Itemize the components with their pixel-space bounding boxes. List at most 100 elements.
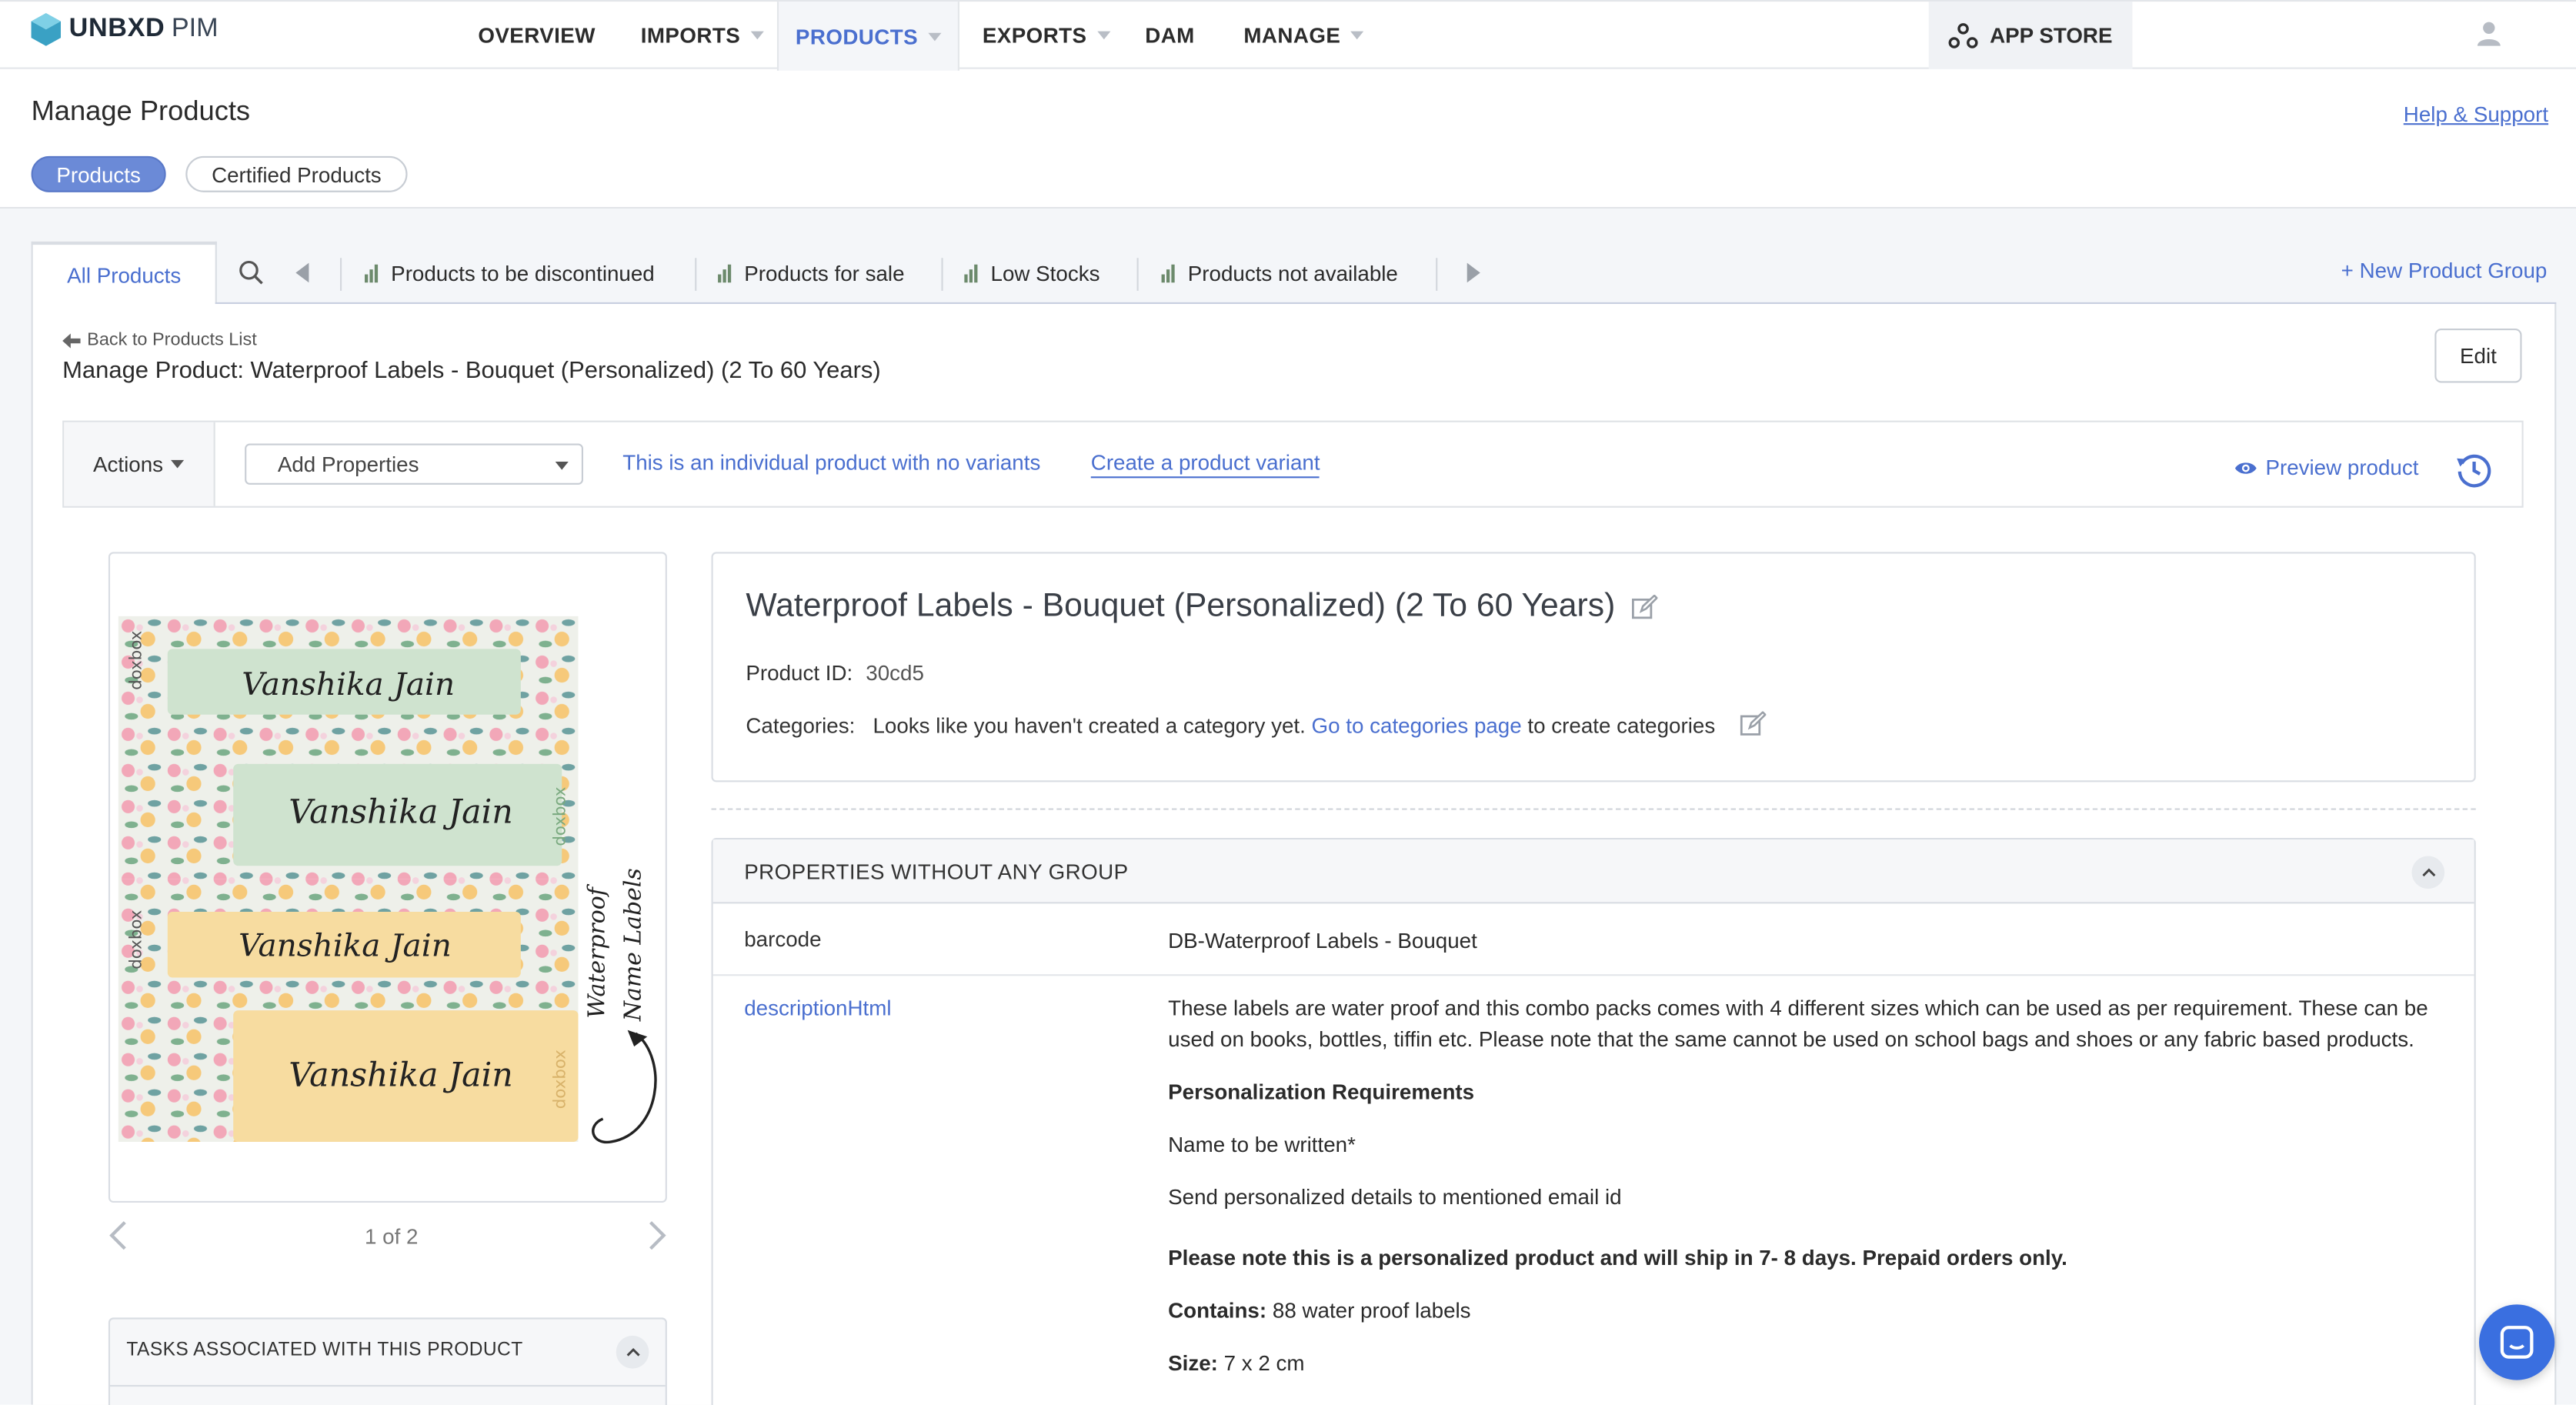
- label-name-1: Vanshika Jain: [242, 666, 455, 702]
- actions-bar: Actions Add Properties This is an indivi…: [62, 420, 2524, 508]
- page-title: Manage Products: [31, 95, 251, 127]
- property-value-description-p2: Name to be written*: [1168, 1132, 1356, 1157]
- nav-products[interactable]: PRODUCTS: [776, 2, 959, 71]
- user-icon: [2477, 22, 2501, 46]
- scroll-right-icon[interactable]: [1466, 262, 1482, 283]
- edit-button[interactable]: Edit: [2434, 329, 2522, 383]
- property-key-description-html[interactable]: descriptionHtml: [744, 996, 891, 1020]
- divider: [339, 258, 342, 291]
- pill-certified-products[interactable]: Certified Products: [185, 155, 408, 192]
- group-label: Products not available: [1187, 260, 1398, 285]
- chevron-down-icon: [749, 31, 764, 40]
- product-image-card: Vanshika Jain Vanshika Jain Vanshika Jai…: [108, 552, 667, 1203]
- categories-row: Categories: Looks like you haven't creat…: [746, 713, 1715, 738]
- group-low-stocks[interactable]: Low Stocks: [964, 242, 1099, 304]
- row-divider: [712, 974, 2474, 976]
- group-products-for-sale[interactable]: Products for sale: [718, 242, 905, 304]
- preview-product-link[interactable]: Preview product: [2234, 455, 2418, 479]
- product-info-card: Waterproof Labels - Bouquet (Personalize…: [711, 552, 2476, 783]
- actions-label: Actions: [93, 452, 164, 477]
- collapse-tasks-button[interactable]: [616, 1335, 649, 1369]
- image-side-art: Waterproof Name Labels: [584, 868, 657, 1144]
- app-root: UNBXD PIM OVERVIEW IMPORTS PRODUCTS EXPO…: [0, 0, 2576, 1405]
- size-label: Size:: [1168, 1350, 1218, 1376]
- bar-chart-icon: [964, 263, 978, 282]
- arrow-left-icon: [62, 332, 81, 348]
- new-product-group-link[interactable]: + New Product Group: [2341, 258, 2548, 282]
- tasks-panel: TASKS ASSOCIATED WITH THIS PRODUCT: [108, 1317, 667, 1405]
- divider: [1136, 258, 1139, 291]
- actions-dropdown[interactable]: Actions: [64, 422, 215, 506]
- brand-mark-1: doxbox: [127, 631, 146, 690]
- divider: [1436, 258, 1438, 291]
- history-icon[interactable]: [2454, 450, 2494, 489]
- eye-icon: [2234, 462, 2257, 473]
- label-name-2: Vanshika Jain: [289, 793, 512, 832]
- chevron-up-icon: [2421, 868, 2435, 877]
- properties-title: PROPERTIES WITHOUT ANY GROUP: [744, 859, 1129, 884]
- divider: [941, 258, 943, 291]
- product-name: Waterproof Labels - Bouquet (Personalize…: [746, 588, 1616, 625]
- properties-panel: PROPERTIES WITHOUT ANY GROUP barcode DB-…: [711, 837, 2476, 1405]
- property-value-description-note: Please note this is a personalized produ…: [1168, 1245, 2067, 1270]
- nav-dam[interactable]: DAM: [1145, 2, 1195, 69]
- app-logo[interactable]: UNBXD PIM: [29, 12, 219, 48]
- group-label: Products to be discontinued: [391, 260, 655, 285]
- chat-icon: [2500, 1326, 2534, 1359]
- group-products-to-be-discontinued[interactable]: Products to be discontinued: [365, 242, 655, 304]
- app-store-label: APP STORE: [1990, 22, 2113, 48]
- chevron-down-icon: [171, 459, 185, 469]
- property-value-contains: Contains: 88 water proof labels: [1168, 1297, 2449, 1327]
- bar-chart-icon: [718, 263, 732, 282]
- user-menu[interactable]: [2476, 20, 2508, 46]
- group-label: Products for sale: [744, 260, 905, 285]
- nav-imports[interactable]: IMPORTS: [640, 2, 764, 69]
- logo-product: PIM: [171, 15, 219, 43]
- add-properties-label: Add Properties: [277, 452, 419, 477]
- bar-chart-icon: [1161, 263, 1175, 282]
- properties-header: PROPERTIES WITHOUT ANY GROUP: [712, 839, 2474, 904]
- chat-launcher-button[interactable]: [2479, 1304, 2555, 1380]
- product-group-tabs: All Products Products to be discontinued…: [31, 241, 2557, 306]
- app-store-button[interactable]: APP STORE: [1928, 2, 2133, 69]
- pill-products[interactable]: Products: [31, 155, 166, 192]
- tab-all-products[interactable]: All Products: [31, 241, 217, 306]
- group-products-not-available[interactable]: Products not available: [1161, 242, 1398, 304]
- nav-products-label: PRODUCTS: [795, 23, 919, 48]
- property-value-description-p1: These labels are water proof and this co…: [1168, 995, 2428, 1051]
- tasks-divider: [110, 1384, 666, 1387]
- chevron-down-icon: [1096, 31, 1110, 40]
- image-counter: 1 of 2: [365, 1223, 419, 1249]
- brand-mark-3: doxbox: [127, 910, 146, 969]
- nav-overview[interactable]: OVERVIEW: [478, 2, 596, 69]
- categories-page-link[interactable]: Go to categories page: [1312, 713, 1522, 738]
- create-variant-link[interactable]: Create a product variant: [1090, 450, 1320, 479]
- add-properties-select[interactable]: Add Properties: [245, 443, 583, 485]
- nav-manage[interactable]: MANAGE: [1243, 2, 1364, 69]
- edit-name-icon[interactable]: [1631, 594, 1658, 621]
- nav-exports[interactable]: EXPORTS: [983, 2, 1110, 69]
- product-id-value: 30cd5: [866, 660, 924, 686]
- back-to-products-link[interactable]: Back to Products List: [62, 330, 257, 350]
- collapse-properties-button[interactable]: [2411, 856, 2445, 889]
- help-support-link[interactable]: Help & Support: [2404, 102, 2548, 126]
- product-id-label: Product ID:: [746, 660, 853, 686]
- product-image[interactable]: Vanshika Jain Vanshika Jain Vanshika Jai…: [118, 616, 579, 1142]
- nav-imports-label: IMPORTS: [640, 22, 741, 48]
- label-name-4: Vanshika Jain: [289, 1056, 512, 1094]
- nav-manage-label: MANAGE: [1243, 22, 1341, 48]
- search-icon[interactable]: [239, 259, 265, 285]
- next-image-icon[interactable]: [647, 1220, 667, 1250]
- back-label: Back to Products List: [87, 330, 257, 350]
- manage-product-title: Manage Product: Waterproof Labels - Bouq…: [62, 358, 881, 385]
- contains-label: Contains:: [1168, 1297, 1267, 1323]
- logo-hex-icon: [31, 13, 62, 46]
- edit-categories-icon[interactable]: [1740, 711, 1767, 738]
- label-name-3: Vanshika Jain: [239, 927, 452, 964]
- nav-overview-label: OVERVIEW: [478, 22, 596, 48]
- size-value: 7 x 2 cm: [1223, 1350, 1305, 1376]
- property-value-barcode: DB-Waterproof Labels - Bouquet: [1168, 928, 1477, 953]
- prev-image-icon[interactable]: [108, 1220, 128, 1250]
- nav-dam-label: DAM: [1145, 22, 1195, 48]
- scroll-left-icon[interactable]: [294, 262, 310, 283]
